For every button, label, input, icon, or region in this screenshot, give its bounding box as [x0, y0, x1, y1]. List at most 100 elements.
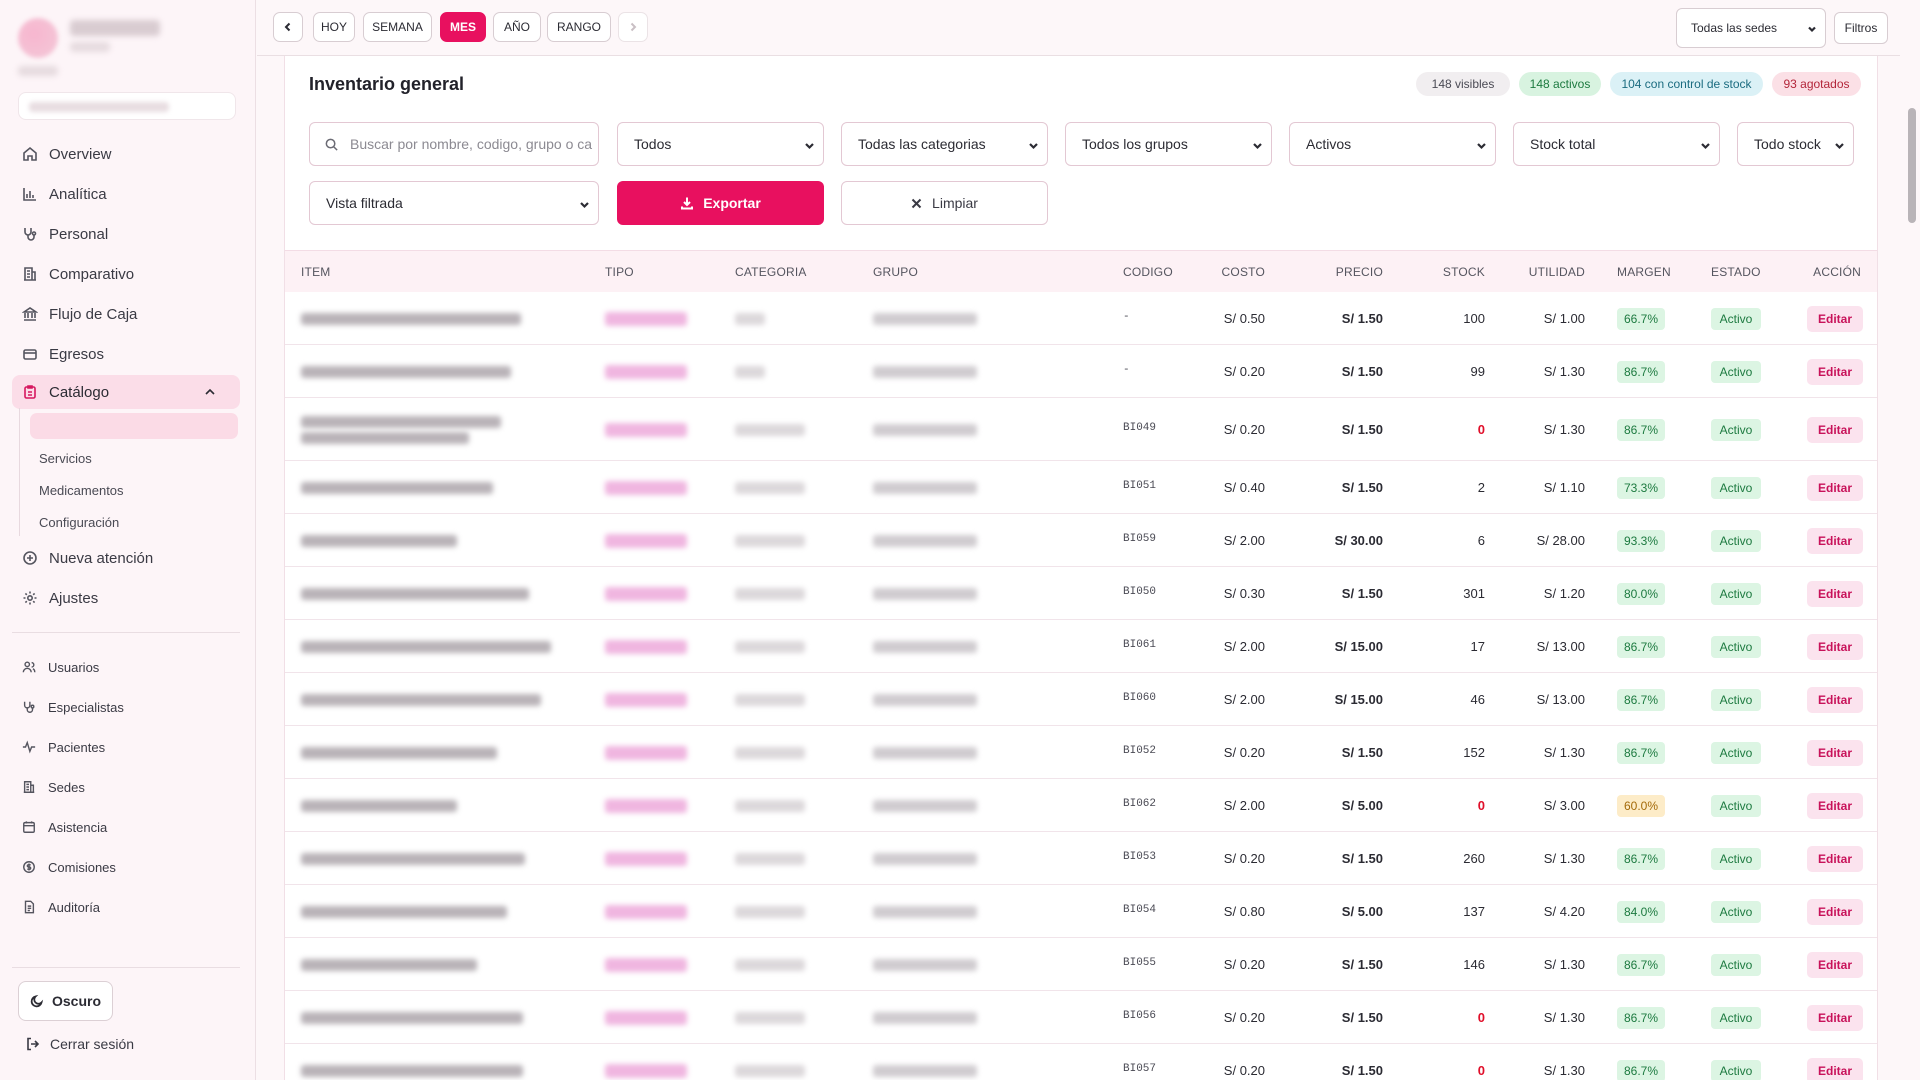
out-of-stock-badge: 93 agotados	[1772, 72, 1861, 96]
item-name-redacted	[301, 1011, 523, 1024]
margin-badge: 86.7%	[1617, 418, 1665, 441]
edit-button[interactable]: Editar	[1807, 1057, 1863, 1080]
edit-button[interactable]: Editar	[1807, 580, 1863, 607]
search-input[interactable]: Buscar por nombre, codigo, grupo o ca	[309, 122, 599, 166]
nav-comparativo[interactable]: Comparativo	[12, 257, 240, 291]
period-mes[interactable]: MES	[440, 12, 486, 42]
nav-egresos[interactable]: Egresos	[12, 337, 240, 371]
edit-button[interactable]: Editar	[1807, 527, 1863, 554]
edit-button[interactable]: Editar	[1807, 358, 1863, 385]
group-select[interactable]: Todos los grupos	[1065, 122, 1272, 166]
item-utility: S/ 1.30	[1543, 744, 1585, 760]
nav-catalogo[interactable]: Catálogo	[12, 375, 240, 409]
item-stock: 152	[1463, 744, 1485, 760]
category-select[interactable]: Todas las categorias	[841, 122, 1048, 166]
sidebar-search-redacted[interactable]	[18, 92, 236, 120]
table-row: BI051 S/ 0.40 S/ 1.50 2 S/ 1.10 73.3% Activo Ed…	[285, 461, 1877, 514]
export-button[interactable]: Exportar	[617, 181, 824, 225]
table-row: BI055 S/ 0.20 S/ 1.50 146 S/ 1.30 86.7% Activo…	[285, 938, 1877, 991]
nav-nueva-atencion[interactable]: Nueva atención	[12, 541, 240, 575]
item-type-redacted	[605, 851, 687, 866]
logout-button[interactable]: Cerrar sesión	[26, 1036, 134, 1052]
edit-button[interactable]: Editar	[1807, 633, 1863, 660]
item-cost: S/ 0.20	[1223, 363, 1265, 379]
scrollbar-thumb[interactable]	[1908, 108, 1916, 223]
item-category-redacted	[735, 852, 805, 865]
logout-label: Cerrar sesión	[50, 1036, 135, 1052]
nav-comisiones[interactable]: Comisiones	[12, 852, 240, 882]
nav-flujo-caja[interactable]: Flujo de Caja	[12, 297, 240, 331]
stock-select[interactable]: Todo stock	[1737, 122, 1854, 166]
item-utility: S/ 1.30	[1543, 421, 1585, 437]
edit-button[interactable]: Editar	[1807, 305, 1863, 332]
margin-badge: 93.3%	[1617, 529, 1665, 552]
stock-mode-select[interactable]: Stock total	[1513, 122, 1720, 166]
view-select[interactable]: Vista filtrada	[309, 181, 599, 225]
nav-asistencia[interactable]: Asistencia	[12, 812, 240, 842]
nav-label: Nueva atención	[49, 549, 154, 567]
nav-label: Egresos	[49, 345, 105, 363]
sede-select[interactable]: Todas las sedes	[1676, 8, 1826, 48]
edit-button[interactable]: Editar	[1807, 686, 1863, 713]
edit-button[interactable]: Editar	[1807, 898, 1863, 925]
nav-personal[interactable]: Personal	[12, 217, 240, 251]
edit-button[interactable]: Editar	[1807, 416, 1863, 443]
filters-button[interactable]: Filtros	[1834, 12, 1888, 44]
item-code: BI062	[1123, 797, 1157, 810]
edit-button[interactable]: Editar	[1807, 739, 1863, 766]
edit-button[interactable]: Editar	[1807, 792, 1863, 819]
item-code: BI055	[1123, 956, 1157, 969]
item-type-redacted	[605, 480, 687, 495]
margin-badge: 86.7%	[1617, 953, 1665, 976]
table-row: BI061 S/ 2.00 S/ 15.00 17 S/ 13.00 86.7% Activ…	[285, 620, 1877, 673]
prev-period-button[interactable]	[273, 12, 303, 42]
nav-analitica[interactable]: Analítica	[12, 177, 240, 211]
period-hoy[interactable]: HOY	[313, 12, 355, 42]
item-cost: S/ 0.20	[1223, 1009, 1265, 1025]
clipboard-icon	[24, 385, 36, 399]
type-select[interactable]: Todos	[617, 122, 824, 166]
edit-button[interactable]: Editar	[1807, 951, 1863, 978]
edit-button[interactable]: Editar	[1807, 474, 1863, 501]
submenu-configuracion[interactable]: Configuración	[39, 515, 119, 530]
period-ano[interactable]: AÑO	[493, 12, 541, 42]
col-margen: MARGEN	[1617, 265, 1671, 279]
close-icon	[911, 198, 922, 208]
download-icon	[681, 197, 694, 210]
nav-especialistas[interactable]: Especialistas	[12, 692, 240, 722]
nav-usuarios[interactable]: Usuarios	[12, 652, 240, 682]
edit-button[interactable]: Editar	[1807, 1004, 1863, 1031]
nav-ajustes[interactable]: Ajustes	[12, 581, 240, 615]
status-badge: Activo	[1711, 307, 1761, 330]
nav-pacientes[interactable]: Pacientes	[12, 732, 240, 762]
item-category-redacted	[735, 746, 805, 759]
edit-button[interactable]: Editar	[1807, 845, 1863, 872]
item-price: S/ 1.50	[1341, 421, 1383, 437]
item-utility: S/ 1.30	[1543, 850, 1585, 866]
item-utility: S/ 28.00	[1536, 532, 1585, 548]
submenu-item-selected[interactable]	[30, 413, 238, 439]
sidebar-divider	[12, 632, 240, 633]
nav-auditoria[interactable]: Auditoría	[12, 892, 240, 922]
period-rango[interactable]: RANGO	[547, 12, 611, 42]
table-row: - S/ 0.20 S/ 1.50 99 S/ 1.30 86.7% Activo Edita…	[285, 345, 1877, 398]
item-price: S/ 1.50	[1341, 1062, 1383, 1078]
item-name-redacted	[301, 587, 529, 600]
item-stock: 99	[1470, 363, 1485, 379]
submenu-servicios[interactable]: Servicios	[39, 451, 92, 466]
building-icon	[23, 781, 35, 793]
nav-label: Ajustes	[49, 589, 99, 607]
next-period-button[interactable]	[618, 12, 648, 42]
submenu-medicamentos[interactable]: Medicamentos	[39, 483, 124, 498]
item-price: S/ 1.50	[1341, 310, 1383, 326]
status-select[interactable]: Activos	[1289, 122, 1496, 166]
theme-toggle-button[interactable]: Oscuro	[18, 981, 113, 1021]
clear-filters-button[interactable]: Limpiar	[841, 181, 1048, 225]
nav-sedes[interactable]: Sedes	[12, 772, 240, 802]
item-code: BI056	[1123, 1009, 1157, 1022]
period-semana[interactable]: SEMANA	[363, 12, 432, 42]
gear-icon	[23, 591, 37, 605]
item-cost: S/ 0.20	[1223, 850, 1265, 866]
nav-label: Asistencia	[48, 819, 108, 835]
nav-overview[interactable]: Overview	[12, 137, 240, 171]
